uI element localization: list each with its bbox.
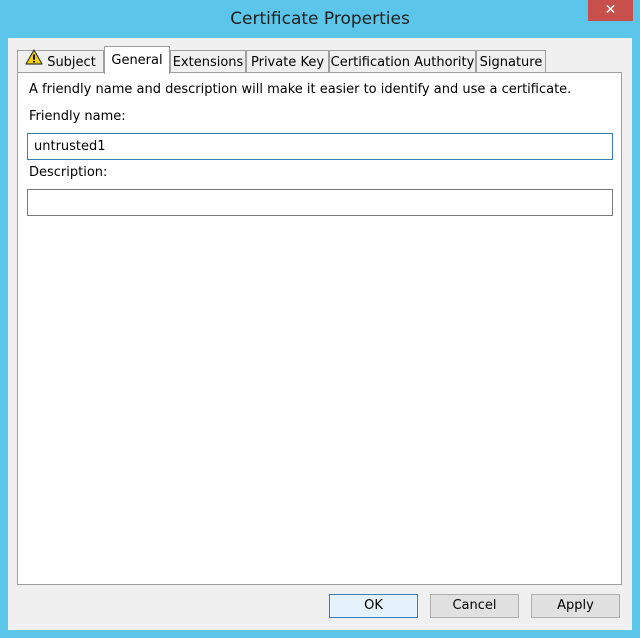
tab-private-key-label: Private Key <box>250 55 325 70</box>
description-label: Description: <box>29 165 108 180</box>
tab-subject[interactable]: Subject <box>17 49 104 74</box>
friendly-name-input[interactable] <box>27 133 613 160</box>
warning-icon <box>25 49 43 73</box>
tab-general-label: General <box>111 53 163 68</box>
description-input[interactable] <box>27 189 613 216</box>
certificate-properties-window: Certificate Properties ✕ Subject General… <box>0 0 640 638</box>
tab-certification-authority[interactable]: Certification Authority <box>329 50 476 74</box>
tab-private-key[interactable]: Private Key <box>246 50 329 74</box>
tab-subject-label: Subject <box>47 55 96 70</box>
intro-text: A friendly name and description will mak… <box>29 82 572 97</box>
window-title: Certificate Properties <box>230 9 410 29</box>
apply-button[interactable]: Apply <box>531 594 620 618</box>
tab-extensions[interactable]: Extensions <box>170 50 246 74</box>
cancel-button[interactable]: Cancel <box>430 594 519 618</box>
close-button[interactable]: ✕ <box>588 0 633 21</box>
tab-general[interactable]: General <box>104 46 170 74</box>
general-tab-panel: A friendly name and description will mak… <box>17 72 622 585</box>
tab-signature[interactable]: Signature <box>476 50 546 74</box>
tab-extensions-label: Extensions <box>172 55 244 70</box>
tab-certification-authority-label: Certification Authority <box>330 55 475 70</box>
ok-button[interactable]: OK <box>329 594 418 618</box>
friendly-name-label: Friendly name: <box>29 109 126 124</box>
dialog-client-area: Subject General Extensions Private Key C… <box>8 38 632 630</box>
tab-signature-label: Signature <box>479 55 543 70</box>
close-icon: ✕ <box>604 2 617 18</box>
